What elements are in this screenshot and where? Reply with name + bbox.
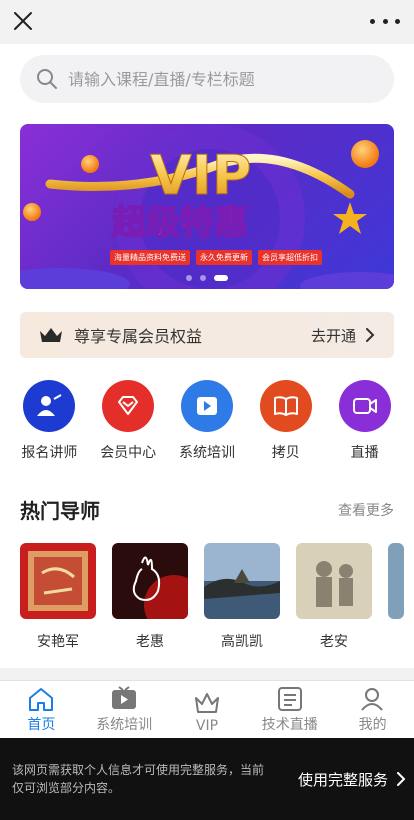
tab-training[interactable]: 系统培训 xyxy=(83,681,166,738)
search-icon xyxy=(37,69,57,89)
chevron-right-icon xyxy=(366,328,375,342)
tab-label: VIP xyxy=(195,718,219,734)
quick-menu-item-training[interactable]: 系统培训 xyxy=(172,380,242,462)
quick-menu-label: 拷贝 xyxy=(271,445,300,461)
tab-label: 我的 xyxy=(358,717,387,733)
mentor-name: 安艳军 xyxy=(37,634,79,650)
tab-live[interactable]: 技术直播 xyxy=(248,681,331,738)
more-icon[interactable] xyxy=(370,8,400,34)
privacy-notice: 该网页需获取个人信息才可使用完整服务，当前仅可浏览部分内容。 使用完整服务 xyxy=(0,738,414,820)
mentor-card[interactable]: 老安 xyxy=(296,543,372,651)
banner-tag: 会员享超低折扣 xyxy=(258,250,322,265)
tab-label: 首页 xyxy=(27,717,56,733)
banner-tag: 永久免费更新 xyxy=(196,250,252,265)
play-icon xyxy=(180,380,233,432)
mentor-card[interactable]: 安艳军 xyxy=(20,543,96,651)
tab-vip[interactable]: VIP xyxy=(166,681,249,738)
mentor-name: 老安 xyxy=(320,634,348,650)
mentor-avatar xyxy=(112,543,188,619)
video-camera-icon xyxy=(338,380,391,432)
mentor-avatar xyxy=(20,543,96,619)
search-bar[interactable] xyxy=(20,55,394,103)
top-bar xyxy=(0,0,414,44)
quick-menu-item-membership[interactable]: 会员中心 xyxy=(93,380,163,462)
book-icon xyxy=(259,380,312,432)
quick-menu: 报名讲师 会员中心 系统培训 拷贝 直播 xyxy=(0,380,414,462)
section-title: 热门导师 xyxy=(20,499,100,523)
user-icon xyxy=(360,688,383,711)
banner-pagination[interactable] xyxy=(20,275,394,281)
vip-benefits-label: 尊享专属会员权益 xyxy=(74,327,203,346)
mentor-avatar xyxy=(296,543,372,619)
vip-benefits-bar[interactable]: 尊享专属会员权益 去开通 xyxy=(20,312,394,358)
bottom-tab-bar: 首页 系统培训 VIP 技术直播 我的 xyxy=(0,680,414,738)
chevron-right-icon xyxy=(397,772,406,786)
notice-text: 该网页需获取个人信息才可使用完整服务，当前仅可浏览部分内容。 xyxy=(12,763,265,795)
banner-dot[interactable] xyxy=(186,275,192,281)
quick-menu-label: 报名讲师 xyxy=(21,445,78,461)
tab-home[interactable]: 首页 xyxy=(0,681,83,738)
view-more-link[interactable]: 查看更多 xyxy=(338,500,394,520)
lecturer-icon xyxy=(23,380,76,432)
mentor-card[interactable]: 老惠 xyxy=(112,543,188,651)
mentor-card-partial[interactable] xyxy=(388,543,404,651)
mentor-list: 安艳军 老惠 高凯凯 老安 xyxy=(20,543,414,651)
close-icon[interactable] xyxy=(10,8,36,34)
quick-menu-item-lecturer[interactable]: 报名讲师 xyxy=(14,380,84,462)
home-icon xyxy=(29,688,54,711)
tv-play-icon xyxy=(112,686,137,709)
banner-subheadline: 超级特惠 xyxy=(112,203,248,243)
quick-menu-label: 系统培训 xyxy=(178,445,235,461)
quick-menu-item-live[interactable]: 直播 xyxy=(330,380,400,462)
search-input[interactable] xyxy=(68,69,368,89)
tab-label: 系统培训 xyxy=(96,717,153,733)
banner-tags: 海量精品资料免费送 永久免费更新 会员享超低折扣 xyxy=(110,250,322,265)
quick-menu-label: 会员中心 xyxy=(100,445,157,461)
quick-menu-label: 直播 xyxy=(350,445,379,461)
mentor-avatar xyxy=(388,543,404,619)
tab-label: 技术直播 xyxy=(261,717,318,733)
diamond-icon xyxy=(102,380,155,432)
use-full-service-button[interactable]: 使用完整服务 xyxy=(298,769,388,790)
promo-banner[interactable]: VIP 超级特惠 海量精品资料免费送 永久免费更新 会员享超低折扣 xyxy=(20,124,394,289)
mentor-avatar xyxy=(204,543,280,619)
tab-mine[interactable]: 我的 xyxy=(331,681,414,738)
vip-open-link[interactable]: 去开通 xyxy=(311,325,356,346)
banner-tag: 海量精品资料免费送 xyxy=(110,250,190,265)
quick-menu-item-copy[interactable]: 拷贝 xyxy=(251,380,321,462)
section-divider xyxy=(0,668,414,680)
banner-dot[interactable] xyxy=(200,275,206,281)
crown-icon xyxy=(40,328,62,342)
banner-headline: VIP xyxy=(150,144,251,207)
crown-icon xyxy=(194,693,219,713)
mentor-card[interactable]: 高凯凯 xyxy=(204,543,280,651)
banner-dot-active[interactable] xyxy=(214,275,228,281)
hot-mentors-header: 热门导师 查看更多 xyxy=(20,495,394,524)
live-screen-icon xyxy=(277,687,302,711)
mentor-name: 高凯凯 xyxy=(221,634,263,650)
mentor-name: 老惠 xyxy=(136,634,164,650)
